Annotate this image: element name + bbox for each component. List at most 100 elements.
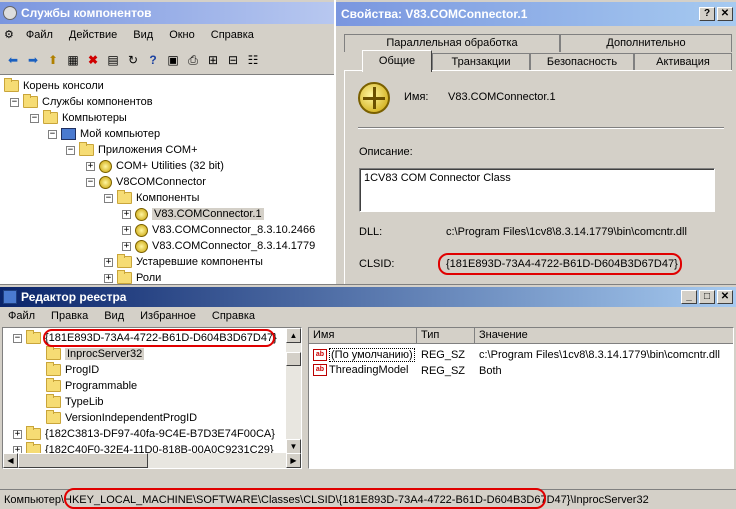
- separator: [358, 127, 724, 129]
- regedit-menu-help[interactable]: Справка: [204, 307, 263, 325]
- help-button[interactable]: ?: [699, 7, 715, 21]
- column-header-type[interactable]: Тип: [417, 328, 475, 344]
- up-folder-icon[interactable]: ⬆: [44, 51, 62, 69]
- menu-file[interactable]: Файл: [18, 26, 61, 44]
- registry-key-label: ProgID: [65, 364, 100, 376]
- registry-value-row[interactable]: ab ThreadingModel REG_SZ Both: [309, 363, 733, 379]
- column-header-name[interactable]: Имя: [309, 328, 417, 344]
- tree-item[interactable]: + Устаревшие компоненты: [104, 254, 263, 270]
- menu-view[interactable]: Вид: [125, 26, 161, 44]
- clsid-highlight: [438, 253, 682, 275]
- tree-item[interactable]: + COM+ Utilities (32 bit): [86, 158, 224, 174]
- expand-icon[interactable]: +: [104, 257, 113, 267]
- tab-advanced[interactable]: Дополнительно: [560, 34, 732, 52]
- expand-icon[interactable]: +: [122, 209, 131, 219]
- tab-security[interactable]: Безопасность: [530, 53, 634, 71]
- registry-key[interactable]: InprocServer32: [33, 346, 145, 362]
- properties-icon[interactable]: ▤: [104, 51, 122, 69]
- collapse-icon[interactable]: −: [10, 97, 19, 107]
- menu-help[interactable]: Справка: [203, 26, 262, 44]
- tree-horizontal-scrollbar[interactable]: ◀ ▶: [3, 453, 301, 468]
- dll-value: c:\Program Files\1cv8\8.3.14.1779\bin\co…: [446, 226, 687, 238]
- registry-key[interactable]: + {182C3813-DF97-40fa-9C4E-B7D3E74F00CA}: [13, 426, 275, 442]
- description-field[interactable]: 1CV83 COM Connector Class: [359, 168, 715, 212]
- registry-key-label: VersionIndependentProgID: [65, 412, 198, 424]
- registry-value-row[interactable]: ab (По умолчанию) REG_SZ c:\Program Files\1…: [309, 347, 733, 363]
- scroll-up-arrow[interactable]: ▲: [286, 328, 301, 343]
- tree-item[interactable]: − V8COMConnector: [86, 174, 206, 190]
- collapse-icon[interactable]: −: [13, 333, 22, 343]
- tree-item[interactable]: − Мой компьютер: [48, 126, 160, 142]
- refresh-icon[interactable]: ↻: [124, 51, 142, 69]
- tree-vertical-scrollbar[interactable]: ▲ ▼: [286, 328, 301, 454]
- small-icons-icon[interactable]: ⊟: [224, 51, 242, 69]
- value-name: ThreadingModel: [329, 364, 409, 376]
- large-icons-icon[interactable]: ⊞: [204, 51, 222, 69]
- scroll-right-arrow[interactable]: ▶: [286, 453, 301, 468]
- help-icon[interactable]: ?: [144, 51, 162, 69]
- expand-icon[interactable]: +: [122, 241, 131, 251]
- tree-item[interactable]: − Компоненты: [104, 190, 199, 206]
- gear-icon: [3, 6, 17, 20]
- tree-item[interactable]: + V83.COMConnector_8.3.10.2466: [122, 222, 315, 238]
- back-icon[interactable]: ⬅: [4, 51, 22, 69]
- forward-icon[interactable]: ➡: [24, 51, 42, 69]
- regedit-menu-view[interactable]: Вид: [96, 307, 132, 325]
- regedit-menu-file[interactable]: Файл: [0, 307, 43, 325]
- collapse-icon[interactable]: −: [66, 145, 75, 155]
- tree-item[interactable]: Корень консоли: [4, 78, 104, 94]
- status-path-highlight: [64, 488, 546, 509]
- tree-item[interactable]: − Компьютеры: [30, 110, 127, 126]
- tree-item[interactable]: − Службы компонентов: [10, 94, 153, 110]
- menu-action[interactable]: Действие: [61, 26, 125, 44]
- hscroll-thumb[interactable]: [18, 453, 148, 468]
- value-type: REG_SZ: [421, 349, 466, 361]
- expand-icon[interactable]: +: [13, 429, 22, 439]
- regedit-close-button[interactable]: ✕: [717, 290, 733, 304]
- tab-general[interactable]: Общие: [362, 50, 432, 72]
- collapse-icon[interactable]: −: [86, 177, 95, 187]
- tree-item[interactable]: + V83.COMConnector_8.3.14.1779: [122, 238, 315, 254]
- expand-icon[interactable]: +: [122, 225, 131, 235]
- registry-key[interactable]: ProgID: [33, 362, 99, 378]
- close-button[interactable]: ✕: [717, 7, 733, 21]
- scroll-down-arrow[interactable]: ▼: [286, 439, 301, 454]
- menu-window[interactable]: Окно: [161, 26, 203, 44]
- value-data: c:\Program Files\1cv8\8.3.14.1779\bin\co…: [479, 349, 720, 361]
- component-services-titlebar[interactable]: Службы компонентов: [0, 2, 336, 24]
- delete-icon[interactable]: ✖: [84, 51, 102, 69]
- folder-icon: [23, 94, 38, 108]
- list-icon[interactable]: ☷: [244, 51, 262, 69]
- maximize-button[interactable]: □: [699, 290, 715, 304]
- string-value-icon: ab: [313, 364, 327, 376]
- scroll-left-arrow[interactable]: ◀: [3, 453, 18, 468]
- collapse-icon[interactable]: −: [30, 113, 39, 123]
- registry-key[interactable]: TypeLib: [33, 394, 104, 410]
- value-name: (По умолчанию): [329, 348, 415, 362]
- expand-icon[interactable]: +: [86, 161, 95, 171]
- collapse-icon[interactable]: −: [104, 193, 113, 203]
- minimize-button[interactable]: _: [681, 290, 697, 304]
- export-icon[interactable]: ⎙: [184, 51, 202, 69]
- properties-titlebar[interactable]: Свойства: V83.COMConnector.1 ? ✕: [336, 2, 736, 26]
- regedit-menu-favorites[interactable]: Избранное: [132, 307, 204, 325]
- app-icon[interactable]: ⚙: [0, 26, 18, 44]
- tree-item[interactable]: + Роли: [104, 270, 161, 284]
- registry-values-pane: Имя Тип Значение ab (По умолчанию) REG_SZ c…: [308, 327, 734, 469]
- tree-item[interactable]: + V83.COMConnector.1: [122, 206, 264, 222]
- tree-item[interactable]: − Приложения COM+: [66, 142, 198, 158]
- component-icon: [135, 223, 148, 237]
- console-icon[interactable]: ▣: [164, 51, 182, 69]
- tab-activation[interactable]: Активация: [634, 53, 732, 71]
- regedit-menu-edit[interactable]: Правка: [43, 307, 96, 325]
- regedit-titlebar[interactable]: Редактор реестра _ □ ✕: [0, 287, 736, 307]
- show-tree-icon[interactable]: ▦: [64, 51, 82, 69]
- tree-item-label: Мой компьютер: [80, 128, 161, 140]
- registry-key[interactable]: Programmable: [33, 378, 137, 394]
- collapse-icon[interactable]: −: [48, 129, 57, 139]
- tab-transactions[interactable]: Транзакции: [432, 53, 530, 71]
- column-header-value[interactable]: Значение: [475, 328, 733, 344]
- scroll-thumb[interactable]: [286, 352, 301, 366]
- registry-key[interactable]: VersionIndependentProgID: [33, 410, 197, 426]
- expand-icon[interactable]: +: [104, 273, 113, 283]
